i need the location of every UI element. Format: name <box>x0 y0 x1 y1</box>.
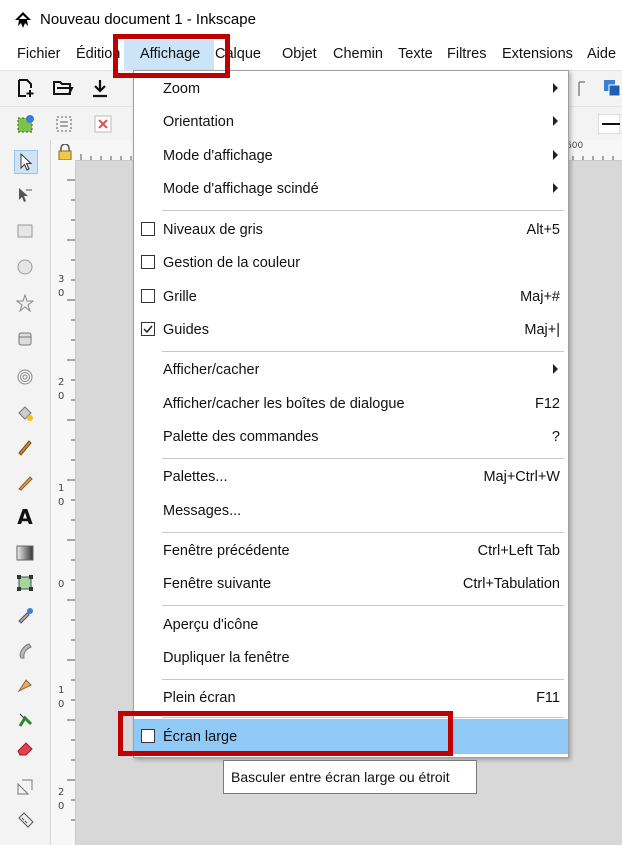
vruler-label: 0 <box>58 801 65 812</box>
menu-item-grille[interactable]: Grille Maj+# <box>134 281 568 314</box>
gradient-tool-icon[interactable] <box>14 542 36 564</box>
new-document-icon[interactable] <box>16 78 36 103</box>
menu-separator <box>162 210 564 211</box>
vruler-label: 2 <box>58 377 65 388</box>
vruler-label: 1 <box>58 685 65 696</box>
mesh-tool-icon[interactable] <box>14 572 36 594</box>
connector-tool-icon[interactable] <box>14 708 36 730</box>
checkbox-icon[interactable] <box>141 255 155 269</box>
tooltip-text: Basculer entre écran large ou étroit <box>231 769 450 785</box>
spray-tool-icon[interactable] <box>14 674 36 696</box>
highlight-box-ecran-large <box>118 711 453 756</box>
submenu-arrow-icon <box>553 150 558 160</box>
selector-tool-icon[interactable] <box>14 150 38 174</box>
checkbox-icon[interactable] <box>141 289 155 303</box>
tooltip: Basculer entre écran large ou étroit <box>223 760 477 794</box>
menu-separator <box>162 532 564 533</box>
menu-separator <box>162 679 564 680</box>
select-all-icon[interactable] <box>16 114 36 139</box>
paint-bucket-tool-icon[interactable] <box>14 402 36 424</box>
menu-item-fenetre-suivante[interactable]: Fenêtre suivante Ctrl+Tabulation <box>134 568 568 601</box>
vruler-label: 1 <box>58 483 65 494</box>
menu-item-mode-affichage[interactable]: Mode d'affichage <box>134 140 568 173</box>
ellipse-tool-icon[interactable] <box>14 256 36 278</box>
3d-box-tool-icon[interactable] <box>14 328 36 350</box>
calligraphy-tool-icon[interactable] <box>14 472 36 494</box>
node-tool-icon[interactable] <box>14 184 36 206</box>
menu-filtres[interactable]: Filtres <box>447 46 486 62</box>
vruler-label: 0 <box>58 579 65 590</box>
menu-item-niveaux-de-gris[interactable]: Niveaux de gris Alt+5 <box>134 214 568 247</box>
deselect-icon[interactable] <box>93 114 113 139</box>
inkscape-logo-icon <box>15 12 31 28</box>
menu-item-palettes[interactable]: Palettes... Maj+Ctrl+W <box>134 461 568 494</box>
menu-item-messages[interactable]: Messages... <box>134 495 568 528</box>
checkbox-checked-icon[interactable] <box>141 322 155 336</box>
measure-tool-icon[interactable] <box>14 776 36 798</box>
menu-extensions[interactable]: Extensions <box>502 46 573 62</box>
toolbox: A <box>0 140 51 845</box>
zoom-ruler-tool-icon[interactable] <box>14 810 36 832</box>
lock-guides-icon[interactable] <box>58 143 72 161</box>
menu-item-mode-affichage-scinde[interactable]: Mode d'affichage scindé <box>134 173 568 206</box>
eraser-tool-icon[interactable] <box>14 738 36 760</box>
vruler-label: 2 <box>58 787 65 798</box>
menu-item-afficher-cacher[interactable]: Afficher/cacher <box>134 354 568 387</box>
menu-item-apercu-icone[interactable]: Aperçu d'icône <box>134 609 568 642</box>
star-tool-icon[interactable] <box>14 292 36 314</box>
tweak-tool-icon[interactable] <box>14 640 36 662</box>
align-bracket-icon[interactable] <box>577 81 587 102</box>
dropper-tool-icon[interactable] <box>14 604 36 626</box>
spiral-tool-icon[interactable] <box>14 366 36 388</box>
menu-item-gestion-couleur[interactable]: Gestion de la couleur <box>134 247 568 280</box>
menu-item-guides[interactable]: Guides Maj+| <box>134 314 568 347</box>
affichage-dropdown-menu: Zoom Orientation Mode d'affichage Mode d… <box>133 70 569 758</box>
menu-item-orientation[interactable]: Orientation <box>134 106 568 139</box>
rectangle-tool-icon[interactable] <box>14 220 36 242</box>
submenu-arrow-icon <box>553 183 558 193</box>
layers-icon[interactable] <box>603 79 621 102</box>
pencil-tool-icon[interactable] <box>14 436 36 458</box>
submenu-arrow-icon <box>553 364 558 374</box>
menu-fichier[interactable]: Fichier <box>17 46 61 62</box>
menu-separator <box>162 605 564 606</box>
menu-item-palette-commandes[interactable]: Palette des commandes ? <box>134 421 568 454</box>
vruler-label: 3 <box>58 274 65 285</box>
menu-item-dupliquer-fenetre[interactable]: Dupliquer la fenêtre <box>134 642 568 675</box>
vruler-label: 0 <box>58 288 65 299</box>
menu-texte[interactable]: Texte <box>398 46 433 62</box>
window-title: Nouveau document 1 - Inkscape <box>40 11 256 28</box>
vruler-label: 0 <box>58 699 65 710</box>
menu-separator <box>162 458 564 459</box>
vruler-label: 0 <box>58 391 65 402</box>
highlight-box-affichage <box>113 34 230 78</box>
submenu-arrow-icon <box>553 116 558 126</box>
checkbox-icon[interactable] <box>141 222 155 236</box>
submenu-arrow-icon <box>553 83 558 93</box>
menu-item-afficher-cacher-dialogues[interactable]: Afficher/cacher les boîtes de dialogue F… <box>134 388 568 421</box>
save-download-icon[interactable] <box>91 78 109 103</box>
select-all-layers-icon[interactable] <box>54 114 74 139</box>
menu-item-fenetre-precedente[interactable]: Fenêtre précédente Ctrl+Left Tab <box>134 535 568 568</box>
text-tool-icon[interactable]: A <box>14 505 36 529</box>
menu-separator <box>162 351 564 352</box>
menu-chemin[interactable]: Chemin <box>333 46 383 62</box>
menu-objet[interactable]: Objet <box>282 46 317 62</box>
vruler-label: 0 <box>58 497 65 508</box>
menu-aide[interactable]: Aide <box>587 46 616 62</box>
hline-icon[interactable] <box>597 113 621 139</box>
open-folder-icon[interactable] <box>52 78 74 103</box>
